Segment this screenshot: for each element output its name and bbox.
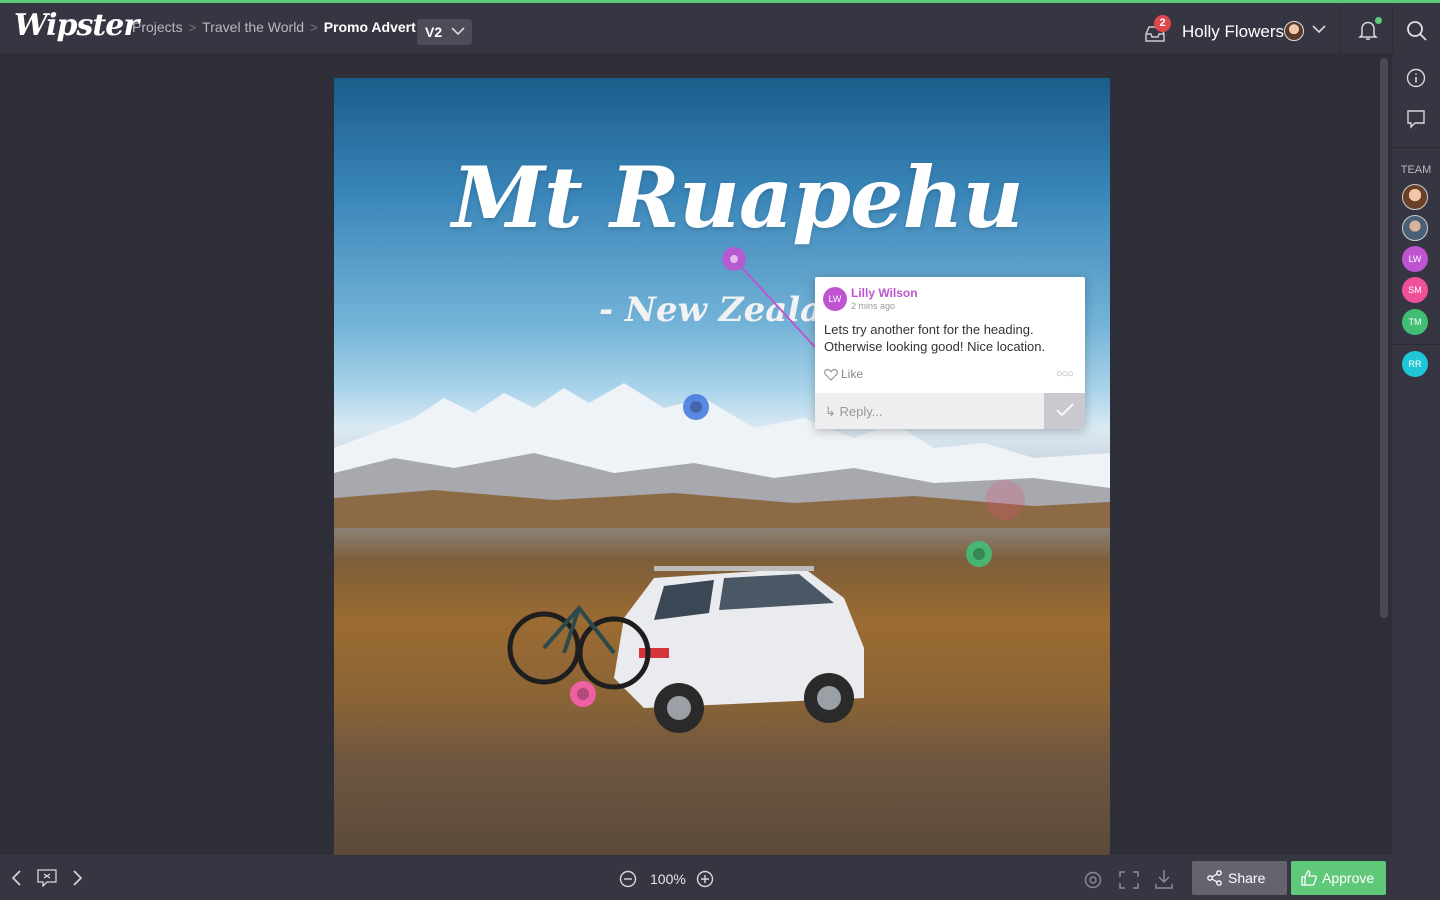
search-icon[interactable] bbox=[1406, 20, 1428, 42]
approve-label: Approve bbox=[1322, 870, 1375, 886]
user-menu-chevron-icon[interactable] bbox=[1312, 25, 1326, 34]
asset-image[interactable]: Mt Ruapehu - New Zealand bbox=[334, 78, 1110, 855]
top-bar: Wipster Projects > Travel the World > Pr… bbox=[0, 0, 1440, 56]
team-member-avatar[interactable] bbox=[1402, 184, 1428, 210]
breadcrumb-current: Promo Advert bbox=[323, 19, 416, 35]
chevron-left-icon[interactable] bbox=[10, 870, 24, 886]
divider bbox=[1392, 147, 1440, 148]
team-member-lw[interactable]: LW bbox=[1402, 246, 1428, 272]
thumbs-up-icon bbox=[1301, 870, 1317, 886]
team-member-sm[interactable]: SM bbox=[1402, 277, 1428, 303]
reply-placeholder: Reply... bbox=[839, 404, 883, 419]
team-member-rr[interactable]: RR bbox=[1402, 351, 1428, 377]
wipster-logo[interactable]: Wipster bbox=[14, 8, 139, 43]
share-button[interactable]: Share bbox=[1192, 861, 1287, 895]
target-icon[interactable] bbox=[1084, 871, 1102, 889]
download-icon[interactable] bbox=[1155, 869, 1173, 889]
bottom-toolbar: 100% Share Approve bbox=[0, 855, 1392, 900]
comments-icon[interactable] bbox=[1406, 109, 1426, 129]
comment-author-avatar: LW bbox=[823, 287, 847, 311]
divider bbox=[1392, 6, 1393, 56]
annotation-pin-blue[interactable] bbox=[683, 394, 709, 420]
like-label: Like bbox=[841, 367, 864, 381]
info-icon[interactable] bbox=[1406, 68, 1426, 88]
comment-timestamp: 2 mins ago bbox=[851, 301, 896, 311]
divider bbox=[1340, 6, 1341, 56]
reply-input[interactable]: ↳ Reply... bbox=[815, 393, 1044, 429]
user-avatar[interactable] bbox=[1284, 21, 1304, 41]
breadcrumb-projects[interactable]: Projects bbox=[132, 19, 183, 35]
user-name[interactable]: Holly Flowers bbox=[1182, 22, 1284, 42]
team-member-avatar[interactable] bbox=[1402, 215, 1428, 241]
breadcrumb-separator: > bbox=[188, 19, 197, 35]
breadcrumb: Projects > Travel the World > Promo Adve… bbox=[132, 19, 416, 35]
right-sidebar: TEAM LW SM TM RR bbox=[1392, 53, 1440, 900]
notification-dot bbox=[1375, 17, 1382, 24]
version-label: V2 bbox=[425, 24, 443, 40]
version-select[interactable]: V2 bbox=[417, 19, 472, 45]
team-label: TEAM bbox=[1400, 164, 1432, 176]
breadcrumb-separator: > bbox=[310, 19, 318, 35]
comment-text: Lets try another font for the heading. O… bbox=[824, 322, 1046, 354]
annotation-pin-purple[interactable] bbox=[722, 247, 746, 271]
resolve-comment-button[interactable] bbox=[1044, 393, 1085, 429]
asset-title-text: Mt Ruapehu bbox=[452, 148, 1024, 247]
annotation-pin-faded[interactable] bbox=[985, 480, 1025, 520]
share-icon bbox=[1207, 870, 1222, 886]
car-illustration bbox=[507, 566, 864, 733]
inbox-count-badge: 2 bbox=[1154, 15, 1171, 32]
like-button[interactable]: Like bbox=[824, 367, 863, 381]
share-label: Share bbox=[1228, 870, 1266, 886]
comment-author[interactable]: Lilly Wilson bbox=[851, 286, 918, 300]
heart-icon bbox=[824, 368, 838, 381]
chevron-down-icon bbox=[451, 27, 465, 36]
more-options-button[interactable]: ○○○ bbox=[1056, 368, 1074, 380]
approve-button[interactable]: Approve bbox=[1291, 861, 1386, 895]
check-icon bbox=[1056, 403, 1074, 417]
fullscreen-icon[interactable] bbox=[1119, 871, 1139, 889]
comment-card: LW Lilly Wilson 2 mins ago Lets try anot… bbox=[815, 277, 1085, 429]
annotation-pin-pink[interactable] bbox=[570, 681, 596, 707]
chevron-right-icon[interactable] bbox=[70, 870, 84, 886]
annotation-pin-green[interactable] bbox=[966, 541, 992, 567]
breadcrumb-travel-the-world[interactable]: Travel the World bbox=[202, 19, 304, 35]
zoom-out-icon[interactable] bbox=[619, 870, 637, 888]
team-member-tm[interactable]: TM bbox=[1402, 309, 1428, 335]
divider bbox=[1392, 344, 1440, 345]
zoom-in-icon[interactable] bbox=[696, 870, 714, 888]
zoom-level: 100% bbox=[650, 871, 686, 887]
canvas-scrollbar[interactable] bbox=[1380, 58, 1388, 618]
add-comment-icon[interactable] bbox=[37, 869, 57, 887]
